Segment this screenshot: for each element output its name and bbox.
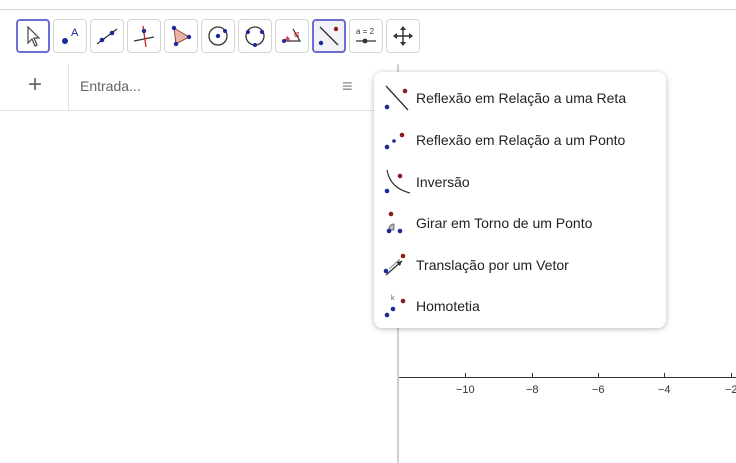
menu-item-reflect-about-point[interactable]: Reflexão em Relação a um Ponto — [380, 122, 660, 158]
menu-item-reflect-about-line[interactable]: Reflexão em Relação a uma Reta — [380, 80, 660, 116]
polygon-tool-button[interactable] — [164, 19, 198, 53]
x-axis-tick-label: −4 — [658, 384, 671, 396]
x-axis — [399, 377, 736, 378]
move-tool-icon — [27, 25, 41, 47]
svg-text:k: k — [391, 295, 395, 302]
translate-by-vector-icon — [383, 253, 406, 276]
angle-tool-button[interactable]: α — [275, 19, 309, 53]
perpendicular-line-tool-button[interactable] — [127, 19, 161, 53]
toolbar: A α a = 2 — [16, 19, 420, 57]
algebra-style-menu-icon[interactable]: ≡ — [342, 76, 353, 97]
point-tool-icon: A — [62, 27, 79, 44]
line-tool-button[interactable] — [90, 19, 124, 53]
reflect-about-line-tool-button[interactable] — [312, 19, 346, 53]
x-axis-tick-label: −2 — [725, 384, 736, 396]
transform-tools-menu: Reflexão em Relação a uma Reta Reflexão … — [374, 72, 666, 328]
dilate-from-point-icon: k — [384, 295, 406, 318]
reflect-about-point-icon — [384, 132, 405, 150]
reflect-about-line-icon — [384, 85, 409, 111]
x-axis-tick-label: −6 — [592, 384, 605, 396]
x-axis-tick-label: −8 — [526, 384, 539, 396]
move-graphics-view-tool-icon — [393, 26, 413, 46]
reflect-about-line-tool-icon — [318, 26, 339, 46]
menu-item-rotate-around-point[interactable]: Girar em Torno de um Ponto — [380, 205, 660, 241]
x-axis-tick-label: −10 — [456, 384, 475, 396]
menu-item-label: Reflexão em Relação a um Ponto — [416, 132, 626, 148]
menu-item-dilate-from-point[interactable]: k Homotetia — [380, 288, 660, 324]
inversion-icon — [384, 169, 411, 194]
rotate-around-point-icon — [386, 211, 403, 234]
menu-item-label: Inversão — [416, 174, 470, 190]
x-axis-tick — [465, 373, 466, 378]
angle-tool-icon: α — [282, 28, 302, 43]
circle-three-points-tool-icon — [245, 26, 265, 47]
move-tool-button[interactable] — [16, 19, 50, 53]
circle-tool-button[interactable] — [201, 19, 235, 53]
menu-item-translate-by-vector[interactable]: Translação por um Vetor — [380, 247, 660, 283]
algebra-input-field[interactable]: Entrada... — [80, 78, 141, 94]
slider-tool-button[interactable]: a = 2 — [349, 19, 383, 53]
move-graphics-view-tool-button[interactable] — [386, 19, 420, 53]
polygon-tool-icon — [171, 25, 192, 47]
menu-item-label: Translação por um Vetor — [416, 257, 569, 273]
menu-item-inversion[interactable]: Inversão — [380, 164, 660, 200]
add-item-button[interactable]: + — [28, 73, 42, 97]
x-axis-tick — [532, 373, 533, 378]
x-axis-tick — [664, 373, 665, 378]
point-tool-label: A — [71, 27, 79, 39]
menu-item-label: Girar em Torno de um Ponto — [416, 215, 593, 231]
point-tool-button[interactable]: A — [53, 19, 87, 53]
window-top-border — [0, 0, 736, 10]
circle-tool-icon — [208, 26, 228, 46]
slider-tool-icon: a = 2 — [356, 27, 376, 44]
x-axis-tick — [731, 373, 732, 378]
menu-item-label: Reflexão em Relação a uma Reta — [416, 90, 627, 106]
row-divider — [68, 64, 69, 110]
menu-item-label: Homotetia — [416, 298, 480, 314]
angle-tool-label: α — [294, 29, 299, 39]
x-axis-tick — [598, 373, 599, 378]
algebra-input-row: + Entrada... ≡ — [0, 64, 388, 111]
slider-tool-label: a = 2 — [356, 27, 375, 36]
line-tool-icon — [96, 28, 118, 45]
perpendicular-line-tool-icon — [133, 25, 155, 48]
circle-three-points-tool-button[interactable] — [238, 19, 272, 53]
